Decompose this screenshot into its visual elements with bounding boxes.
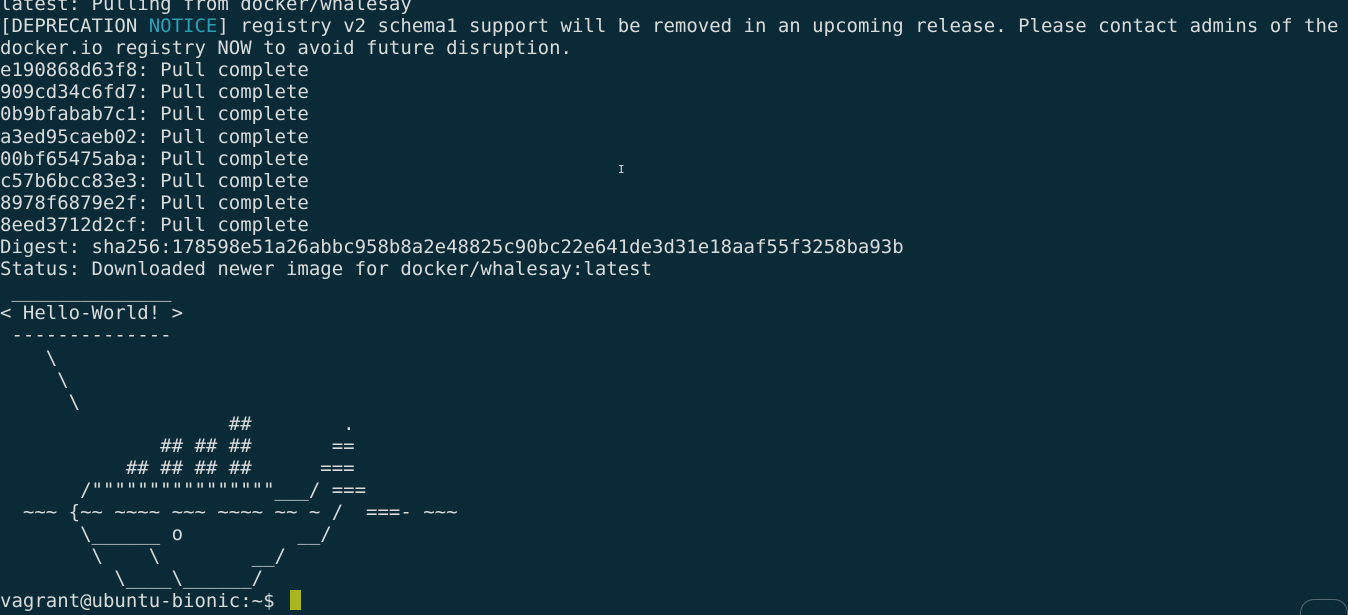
whale-art-line: \ bbox=[0, 368, 69, 391]
deprecation-notice-continuation: docker.io registry NOW to avoid future d… bbox=[0, 37, 572, 60]
whale-art-line: \____\______/ bbox=[0, 567, 264, 590]
whale-art-line: \______ o __/ bbox=[0, 523, 332, 546]
whale-art-line: \ \ __/ bbox=[0, 545, 286, 568]
digest-line: Digest: sha256:178598e51a26abbc958b8a2e4… bbox=[0, 236, 904, 259]
whale-art-line: ## ## ## == bbox=[0, 434, 355, 457]
whale-art-line: \ bbox=[0, 390, 81, 413]
notice-word: NOTICE bbox=[148, 15, 218, 38]
layer-line: e190868d63f8: Pull complete bbox=[0, 59, 309, 82]
layer-line: a3ed95caeb02: Pull complete bbox=[0, 125, 309, 148]
text-cursor bbox=[289, 589, 301, 610]
whale-art-line: ## ## ## ## === bbox=[0, 456, 355, 479]
layer-line: 00bf65475aba: Pull complete bbox=[0, 147, 309, 170]
whale-art-line: ~~~ {~~ ~~~~ ~~~ ~~~~ ~~ ~ / ===- ~~~ bbox=[0, 501, 458, 524]
layer-line: 8978f6879e2f: Pull complete bbox=[0, 191, 309, 214]
terminal-window[interactable]: latest: Pulling from docker/whalesay [DE… bbox=[0, 0, 1348, 615]
speech-bubble-text: < Hello-World! > bbox=[0, 302, 184, 325]
deprecation-notice-line: [DEPRECATION NOTICE] registry v2 schema1… bbox=[0, 15, 1348, 37]
pull-status-line: latest: Pulling from docker/whalesay bbox=[0, 0, 412, 15]
layer-line: 909cd34c6fd7: Pull complete bbox=[0, 81, 309, 104]
text-ibeam-icon: I bbox=[618, 163, 625, 176]
speech-bubble-top: ______________ bbox=[0, 280, 184, 303]
prompt-text: vagrant@ubuntu-bionic:~$ bbox=[0, 589, 286, 612]
command-prompt[interactable]: vagrant@ubuntu-bionic:~$ bbox=[0, 589, 1348, 612]
speech-bubble-bottom: -------------- bbox=[0, 324, 184, 347]
layer-line: c57b6bcc83e3: Pull complete bbox=[0, 169, 309, 192]
layer-line: 8eed3712d2cf: Pull complete bbox=[0, 213, 309, 236]
whale-art-line: /""""""""""""""""___/ === bbox=[0, 479, 367, 502]
status-line: Status: Downloaded newer image for docke… bbox=[0, 258, 653, 281]
notice-text: ] registry v2 schema1 support will be re… bbox=[217, 15, 1339, 38]
whale-art-line: \ bbox=[0, 346, 58, 369]
layer-line: 0b9bfabab7c1: Pull complete bbox=[0, 103, 309, 126]
whale-art-line: ## . bbox=[0, 412, 355, 435]
overlay-control[interactable] bbox=[1300, 599, 1348, 615]
deprecation-prefix: [DEPRECATION bbox=[0, 15, 149, 38]
